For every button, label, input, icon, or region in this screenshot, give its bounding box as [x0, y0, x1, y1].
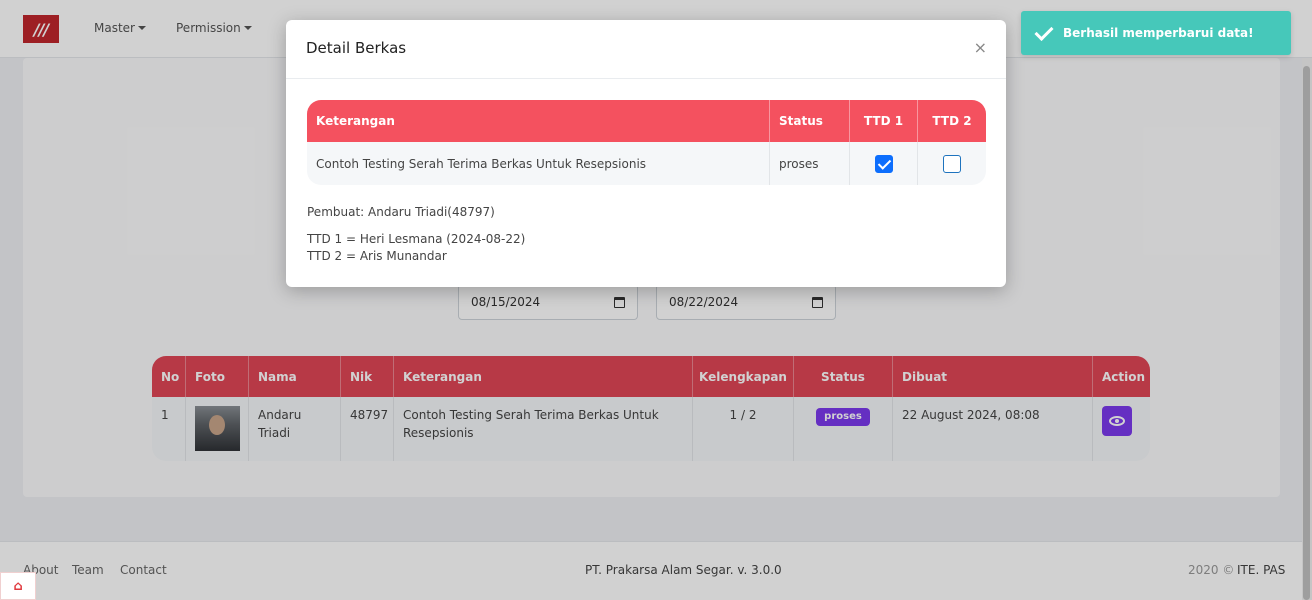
success-toast[interactable]: Berhasil memperbarui data! — [1021, 11, 1291, 55]
modal-divider — [286, 78, 1006, 79]
close-icon[interactable]: × — [974, 40, 987, 56]
toast-message: Berhasil memperbarui data! — [1063, 26, 1254, 40]
pembuat-text: Pembuat: Andaru Triadi(48797) — [307, 205, 495, 219]
ttd2-text: TTD 2 = Aris Munandar — [307, 249, 447, 263]
check-icon — [1033, 23, 1053, 43]
detail-header-ttd1: TTD 1 — [850, 100, 918, 142]
detail-header-ttd2: TTD 2 — [932, 114, 972, 128]
laravel-debug-icon[interactable]: ⌂ — [0, 572, 36, 600]
detail-header-status: Status — [770, 100, 850, 142]
detail-berkas-modal: Detail Berkas × Keterangan Status TTD 1 … — [286, 20, 1006, 287]
detail-table-row: Contoh Testing Serah Terima Berkas Untuk… — [307, 142, 986, 185]
ttd1-text: TTD 1 = Heri Lesmana (2024-08-22) — [307, 232, 526, 246]
modal-title: Detail Berkas — [306, 39, 407, 57]
detail-table: Keterangan Status TTD 1 TTD 2 Contoh Tes… — [307, 100, 986, 185]
ttd1-checkbox[interactable] — [874, 154, 893, 173]
detail-table-header: Keterangan Status TTD 1 TTD 2 — [307, 100, 986, 142]
detail-cell-keterangan: Contoh Testing Serah Terima Berkas Untuk… — [307, 142, 770, 185]
detail-cell-ttd2 — [918, 142, 986, 185]
detail-header-keterangan: Keterangan — [307, 100, 770, 142]
detail-cell-ttd1 — [850, 142, 918, 185]
detail-cell-status: proses — [770, 142, 850, 185]
ttd2-checkbox[interactable] — [943, 154, 961, 173]
